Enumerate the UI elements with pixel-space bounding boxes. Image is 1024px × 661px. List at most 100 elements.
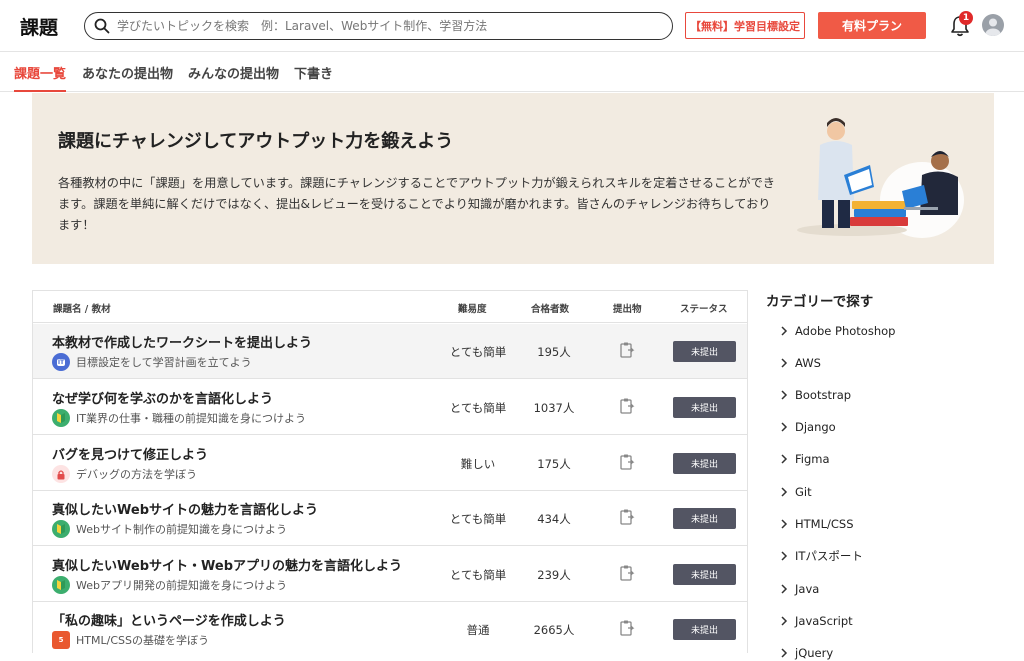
chevron-right-icon — [781, 519, 788, 529]
chevron-right-icon — [781, 390, 788, 400]
beginner-mark-icon — [52, 409, 70, 427]
category-label[interactable]: Git — [795, 485, 812, 499]
lock-icon — [52, 465, 70, 483]
status-button[interactable]: 未提出 — [673, 508, 736, 529]
status-button[interactable]: 未提出 — [673, 341, 736, 362]
course-name[interactable]: HTML/CSSの基礎を学ぼう — [76, 632, 209, 648]
category-label[interactable]: Bootstrap — [795, 388, 851, 402]
beginner-mark-icon — [52, 520, 70, 538]
chevron-right-icon — [781, 584, 788, 594]
course-label[interactable]: IT 目標設定をして学習計画を立てよう — [52, 353, 252, 371]
course-label[interactable]: 5 HTML/CSSの基礎を学ぼう — [52, 631, 209, 649]
category-item[interactable]: Git — [780, 484, 812, 500]
page-logo[interactable]: 課題 — [20, 13, 58, 40]
clipboard-icon[interactable] — [619, 508, 635, 526]
course-label[interactable]: デバッグの方法を学ぼう — [52, 465, 197, 483]
notification-badge: 1 — [959, 11, 973, 25]
search-icon — [94, 18, 110, 34]
passed-count: 195人 — [537, 345, 571, 359]
avatar[interactable] — [982, 14, 1004, 36]
table-row[interactable]: 真似したいWebサイトの魅力を言語化しよう Webサイト制作の前提知識を身につけ… — [33, 491, 747, 546]
category-label[interactable]: Java — [795, 582, 819, 596]
clipboard-icon[interactable] — [619, 397, 635, 415]
chevron-right-icon — [781, 326, 788, 336]
search-bar[interactable] — [84, 12, 673, 40]
course-name[interactable]: Webアプリ開発の前提知識を身につけよう — [76, 577, 287, 593]
course-name[interactable]: 目標設定をして学習計画を立てよう — [76, 354, 252, 370]
search-input[interactable] — [117, 16, 657, 36]
course-name[interactable]: IT業界の仕事・職種の前提知識を身につけよう — [76, 410, 306, 426]
chevron-right-icon — [781, 358, 788, 368]
course-name[interactable]: Webサイト制作の前提知識を身につけよう — [76, 521, 287, 537]
hero-banner: 課題にチャレンジしてアウトプット力を鍛えよう 各種教材の中に「課題」を用意してい… — [32, 93, 994, 264]
difficulty: 普通 — [466, 623, 490, 637]
it-icon: IT — [52, 353, 70, 371]
category-label[interactable]: HTML/CSS — [795, 517, 854, 531]
clipboard-icon[interactable] — [619, 341, 635, 359]
goal-setting-button[interactable]: 【無料】学習目標設定 — [685, 12, 805, 39]
clipboard-icon[interactable] — [619, 453, 635, 471]
category-item[interactable]: Adobe Photoshop — [780, 323, 895, 339]
assignment-title[interactable]: なぜ学び何を学ぶのかを言語化しよう — [52, 388, 273, 407]
category-item[interactable]: JavaScript — [780, 613, 853, 629]
status-button[interactable]: 未提出 — [673, 564, 736, 585]
status-button[interactable]: 未提出 — [673, 397, 736, 418]
hero-description: 各種教材の中に「課題」を用意しています。課題にチャレンジすることでアウトプット力… — [58, 176, 775, 232]
passed-count: 175人 — [537, 457, 571, 471]
category-item[interactable]: AWS — [780, 355, 821, 371]
header-submission: 提出物 — [613, 304, 642, 315]
clipboard-icon[interactable] — [619, 619, 635, 637]
category-label[interactable]: ITパスポート — [795, 548, 863, 564]
passed-count: 2665人 — [533, 623, 575, 637]
assignment-title[interactable]: 真似したいWebサイトの魅力を言語化しよう — [52, 499, 318, 518]
passed-count: 239人 — [537, 568, 571, 582]
chevron-right-icon — [781, 648, 788, 658]
chevron-right-icon — [781, 454, 788, 464]
assignment-title[interactable]: 「私の趣味」というページを作成しよう — [52, 610, 286, 629]
assignment-title[interactable]: 本教材で作成したワークシートを提出しよう — [52, 332, 312, 351]
assignment-title[interactable]: 真似したいWebサイト・Webアプリの魅力を言語化しよう — [52, 555, 402, 574]
category-item[interactable]: ITパスポート — [780, 548, 863, 564]
category-item[interactable]: jQuery — [780, 645, 833, 661]
paid-plan-button[interactable]: 有料プラン — [818, 12, 926, 39]
difficulty: とても簡単 — [449, 568, 507, 582]
header-status: ステータス — [680, 304, 728, 315]
course-name[interactable]: デバッグの方法を学ぼう — [76, 466, 197, 482]
chevron-right-icon — [781, 551, 788, 561]
tab-drafts[interactable]: 下書き — [294, 63, 333, 82]
category-item[interactable]: Django — [780, 419, 836, 435]
category-label[interactable]: jQuery — [795, 646, 833, 660]
category-label[interactable]: AWS — [795, 356, 821, 370]
category-item[interactable]: Bootstrap — [780, 387, 851, 403]
table-row[interactable]: バグを見つけて修正しよう デバッグの方法を学ぼう 難しい 175人 未提出 — [33, 436, 747, 491]
tab-assignments[interactable]: 課題一覧 — [14, 63, 66, 82]
table-row[interactable]: 本教材で作成したワークシートを提出しよう IT 目標設定をして学習計画を立てよう… — [33, 324, 747, 379]
difficulty: とても簡単 — [449, 512, 507, 526]
passed-count: 1037人 — [533, 401, 575, 415]
table-row[interactable]: なぜ学び何を学ぶのかを言語化しよう IT業界の仕事・職種の前提知識を身につけよう… — [33, 380, 747, 435]
assignment-title[interactable]: バグを見つけて修正しよう — [52, 444, 208, 463]
category-label[interactable]: Django — [795, 420, 836, 434]
category-item[interactable]: Figma — [780, 451, 830, 467]
chevron-right-icon — [781, 616, 788, 626]
course-label[interactable]: Webサイト制作の前提知識を身につけよう — [52, 520, 287, 538]
table-row[interactable]: 真似したいWebサイト・Webアプリの魅力を言語化しよう Webアプリ開発の前提… — [33, 547, 747, 602]
category-label[interactable]: Adobe Photoshop — [795, 324, 895, 338]
course-label[interactable]: Webアプリ開発の前提知識を身につけよう — [52, 576, 287, 594]
assignment-table: 課題名 / 教材 難易度 合格者数 提出物 ステータス 本教材で作成したワークシ… — [32, 290, 748, 653]
category-item[interactable]: Java — [780, 581, 819, 597]
category-item[interactable]: HTML/CSS — [780, 516, 854, 532]
difficulty: とても簡単 — [449, 345, 507, 359]
category-label[interactable]: Figma — [795, 452, 830, 466]
course-label[interactable]: IT業界の仕事・職種の前提知識を身につけよう — [52, 409, 306, 427]
table-header: 課題名 / 教材 難易度 合格者数 提出物 ステータス — [33, 291, 747, 323]
tab-your-submissions[interactable]: あなたの提出物 — [82, 63, 173, 82]
tab-everyone-submissions[interactable]: みんなの提出物 — [188, 63, 279, 82]
chevron-right-icon — [781, 487, 788, 497]
status-button[interactable]: 未提出 — [673, 619, 736, 640]
header-name: 課題名 / 教材 — [53, 304, 111, 315]
clipboard-icon[interactable] — [619, 564, 635, 582]
category-label[interactable]: JavaScript — [795, 614, 853, 628]
status-button[interactable]: 未提出 — [673, 453, 736, 474]
table-row[interactable]: 「私の趣味」というページを作成しよう 5 HTML/CSSの基礎を学ぼう 普通 … — [33, 602, 747, 653]
